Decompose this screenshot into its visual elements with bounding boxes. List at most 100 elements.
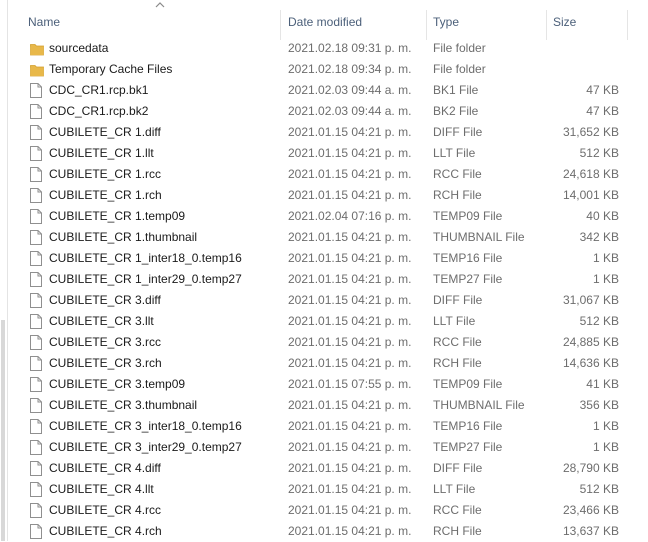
file-type: LLT File (433, 314, 476, 328)
file-size: 47 KB (586, 104, 619, 118)
column-header-date-modified[interactable]: Date modified (288, 13, 362, 31)
column-divider[interactable] (546, 10, 547, 40)
file-row[interactable]: CUBILETE_CR 4.diff 2021.01.15 04:21 p. m.… (8, 458, 648, 479)
file-size: 31,067 KB (562, 293, 619, 307)
column-header-size[interactable]: Size (553, 13, 576, 31)
file-icon (30, 167, 44, 183)
file-size: 512 KB (579, 314, 619, 328)
file-icon (30, 146, 44, 162)
file-size: 512 KB (579, 146, 619, 160)
file-row[interactable]: CUBILETE_CR 3.diff 2021.01.15 04:21 p. m.… (8, 290, 648, 311)
file-icon (30, 230, 44, 246)
file-type: THUMBNAIL File (433, 398, 525, 412)
file-name: CUBILETE_CR 4.llt (49, 482, 154, 496)
file-row[interactable]: CUBILETE_CR 3.rch 2021.01.15 04:21 p. m. R… (8, 353, 648, 374)
file-row[interactable]: CUBILETE_CR 1.rcc 2021.01.15 04:21 p. m. R… (8, 164, 648, 185)
file-row[interactable]: CUBILETE_CR 4.rch 2021.01.15 04:21 p. m. R… (8, 521, 648, 542)
file-icon (30, 293, 44, 309)
file-row[interactable]: CUBILETE_CR 1.thumbnail 2021.01.15 04:21 … (8, 227, 648, 248)
file-icon (30, 272, 44, 288)
file-row[interactable]: CUBILETE_CR 1.rch 2021.01.15 04:21 p. m. R… (8, 185, 648, 206)
file-icon (30, 524, 44, 540)
file-type: TEMP09 File (433, 377, 503, 391)
file-type: DIFF File (433, 125, 483, 139)
file-size: 24,885 KB (562, 335, 619, 349)
column-divider[interactable] (627, 10, 628, 40)
column-header-bar: Name Date modified Type Size (8, 0, 648, 40)
file-size: 40 KB (586, 209, 619, 223)
file-type: RCH File (433, 524, 482, 538)
file-name: CDC_CR1.rcp.bk2 (49, 104, 149, 118)
file-icon (30, 335, 44, 351)
folder-row[interactable]: Temporary Cache Files 2021.02.18 09:34 p.… (8, 59, 648, 80)
file-row[interactable]: CUBILETE_CR 3.rcc 2021.01.15 04:21 p. m. R… (8, 332, 648, 353)
file-icon (30, 188, 44, 204)
file-size: 1 KB (592, 419, 619, 433)
date-modified: 2021.01.15 04:21 p. m. (288, 167, 412, 181)
file-row[interactable]: CUBILETE_CR 1_inter18_0.temp16 2021.01.15… (8, 248, 648, 269)
date-modified: 2021.01.15 04:21 p. m. (288, 482, 412, 496)
file-type: RCC File (433, 167, 482, 181)
file-size: 14,001 KB (562, 188, 619, 202)
date-modified: 2021.01.15 04:21 p. m. (288, 230, 412, 244)
file-name: CUBILETE_CR 3_inter18_0.temp16 (49, 419, 242, 433)
file-name: CUBILETE_CR 3.diff (49, 293, 161, 307)
file-icon (30, 356, 44, 372)
file-row[interactable]: CUBILETE_CR 1.diff 2021.01.15 04:21 p. m.… (8, 122, 648, 143)
file-name: CUBILETE_CR 1.temp09 (49, 209, 186, 223)
file-row[interactable]: CUBILETE_CR 3_inter29_0.temp27 2021.01.15… (8, 437, 648, 458)
file-type: RCC File (433, 335, 482, 349)
file-row[interactable]: CUBILETE_CR 4.llt 2021.01.15 04:21 p. m. L… (8, 479, 648, 500)
file-name: Temporary Cache Files (49, 62, 173, 76)
file-type: THUMBNAIL File (433, 230, 525, 244)
file-type: DIFF File (433, 293, 483, 307)
column-divider[interactable] (280, 10, 281, 40)
date-modified: 2021.01.15 07:55 p. m. (288, 377, 412, 391)
file-name: CUBILETE_CR 3.temp09 (49, 377, 186, 391)
file-name: CUBILETE_CR 1_inter29_0.temp27 (49, 272, 242, 286)
date-modified: 2021.01.15 04:21 p. m. (288, 125, 412, 139)
file-row[interactable]: CUBILETE_CR 1_inter29_0.temp27 2021.01.15… (8, 269, 648, 290)
file-row[interactable]: CDC_CR1.rcp.bk1 2021.02.03 09:44 a. m. BK1… (8, 80, 648, 101)
column-header-name[interactable]: Name (28, 13, 60, 31)
date-modified: 2021.01.15 04:21 p. m. (288, 251, 412, 265)
file-name: CUBILETE_CR 1.llt (49, 146, 154, 160)
date-modified: 2021.01.15 04:21 p. m. (288, 440, 412, 454)
file-type: TEMP16 File (433, 251, 503, 265)
file-row[interactable]: CUBILETE_CR 4.rcc 2021.01.15 04:21 p. m. R… (8, 500, 648, 521)
file-type: LLT File (433, 482, 476, 496)
file-name: CUBILETE_CR 3_inter29_0.temp27 (49, 440, 242, 454)
file-row[interactable]: CDC_CR1.rcp.bk2 2021.02.03 09:44 a. m. BK2… (8, 101, 648, 122)
file-row[interactable]: CUBILETE_CR 1.llt 2021.01.15 04:21 p. m. L… (8, 143, 648, 164)
date-modified: 2021.01.15 04:21 p. m. (288, 293, 412, 307)
file-size: 342 KB (579, 230, 619, 244)
file-row[interactable]: CUBILETE_CR 1.temp09 2021.02.04 07:16 p. … (8, 206, 648, 227)
file-row[interactable]: CUBILETE_CR 3_inter18_0.temp16 2021.01.15… (8, 416, 648, 437)
date-modified: 2021.01.15 04:21 p. m. (288, 146, 412, 160)
file-icon (30, 440, 44, 456)
file-type: DIFF File (433, 461, 483, 475)
navigation-pane-edge (0, 0, 8, 541)
file-size: 23,466 KB (562, 503, 619, 517)
file-row[interactable]: CUBILETE_CR 3.temp09 2021.01.15 07:55 p. … (8, 374, 648, 395)
date-modified: 2021.01.15 04:21 p. m. (288, 524, 412, 538)
column-divider[interactable] (426, 10, 427, 40)
folder-row[interactable]: sourcedata 2021.02.18 09:31 p. m. File fol… (8, 38, 648, 59)
file-name: CUBILETE_CR 3.rch (49, 356, 162, 370)
file-icon (30, 209, 44, 225)
file-size: 1 KB (592, 440, 619, 454)
file-row[interactable]: CUBILETE_CR 3.llt 2021.01.15 04:21 p. m. L… (8, 311, 648, 332)
navigation-pane-scrollbar[interactable] (1, 320, 5, 541)
date-modified: 2021.02.03 09:44 a. m. (288, 83, 412, 97)
file-icon (30, 419, 44, 435)
sort-ascending-icon[interactable] (154, 0, 166, 10)
file-icon (30, 482, 44, 498)
file-row[interactable]: CUBILETE_CR 3.thumbnail 2021.01.15 04:21 … (8, 395, 648, 416)
file-type: RCC File (433, 503, 482, 517)
file-size: 356 KB (579, 398, 619, 412)
file-name: CDC_CR1.rcp.bk1 (49, 83, 149, 97)
file-icon (30, 314, 44, 330)
column-header-type[interactable]: Type (433, 13, 459, 31)
file-type: TEMP16 File (433, 419, 503, 433)
file-name: CUBILETE_CR 3.rcc (49, 335, 162, 349)
